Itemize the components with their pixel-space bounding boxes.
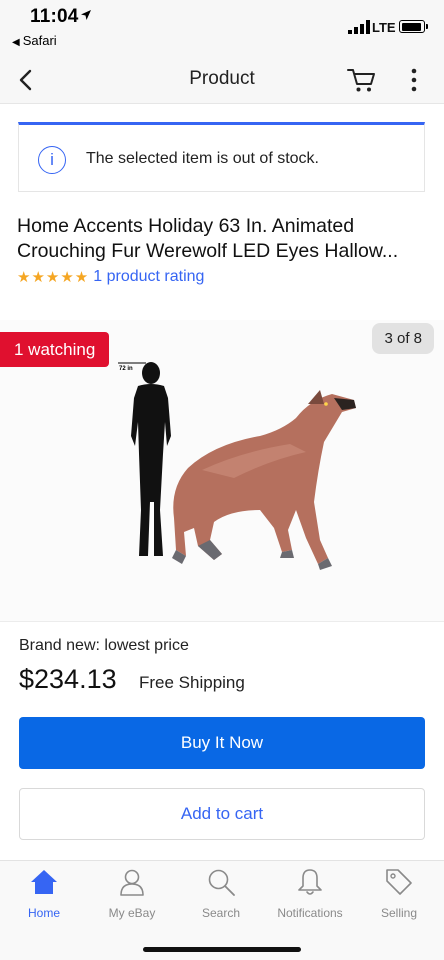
signal-icon	[348, 20, 370, 34]
add-to-cart-button[interactable]: Add to cart	[19, 788, 425, 840]
tab-label-home: Home	[27, 906, 60, 920]
tab-label-my-ebay: My eBay	[108, 906, 156, 920]
werewolf-figure	[172, 390, 356, 570]
search-icon	[208, 869, 235, 896]
height-marker-label: 72 in	[119, 366, 133, 372]
watching-badge: 1 watching	[0, 332, 110, 367]
status-time: 11:04	[30, 6, 79, 27]
tab-home[interactable]: Home	[0, 867, 88, 925]
tag-icon	[386, 869, 412, 895]
tab-label-selling: Selling	[380, 906, 418, 920]
rating-stars-icon: ★★★★★	[17, 269, 90, 286]
price: $234.13	[19, 664, 117, 694]
back-triangle-icon: ◀	[12, 37, 20, 48]
more-options-icon[interactable]	[410, 66, 418, 94]
tab-bar: Home My eBay Search Notifications Sellin…	[0, 860, 444, 960]
tab-search[interactable]: Search	[177, 867, 265, 925]
navigation-bar: Product	[0, 56, 444, 104]
location-arrow-icon	[81, 10, 91, 20]
product-image: 72 in	[118, 362, 356, 570]
condition-label: Brand new: lowest price	[19, 637, 189, 654]
alert-message: The selected item is out of stock.	[86, 150, 319, 167]
product-image-carousel[interactable]: 72 in 1 watching 3 of 8	[0, 320, 444, 622]
shipping-label: Free Shipping	[139, 673, 245, 692]
info-icon: i	[38, 146, 66, 174]
back-app-label: Safari	[22, 33, 57, 48]
tab-selling[interactable]: Selling	[355, 867, 443, 925]
home-icon	[31, 870, 57, 894]
image-counter: 3 of 8	[372, 323, 434, 354]
tab-my-ebay[interactable]: My eBay	[88, 867, 176, 925]
battery-icon	[399, 20, 428, 33]
tab-label-search: Search	[201, 906, 241, 920]
home-indicator[interactable]	[143, 947, 301, 952]
person-icon	[120, 869, 144, 896]
tab-label-notifications: Notifications	[277, 906, 343, 920]
bell-icon	[298, 869, 322, 895]
out-of-stock-alert: i The selected item is out of stock.	[18, 122, 425, 192]
rating-link[interactable]: 1 product rating	[93, 268, 204, 286]
network-type: LTE	[372, 20, 396, 35]
cart-icon[interactable]	[346, 64, 378, 96]
back-to-app-link[interactable]: ◀ Safari	[12, 33, 57, 48]
person-silhouette	[131, 362, 171, 556]
product-rating[interactable]: ★★★★★ 1 product rating	[17, 266, 204, 288]
tab-notifications[interactable]: Notifications	[266, 867, 354, 925]
buy-it-now-button[interactable]: Buy It Now	[19, 717, 425, 769]
product-title: Home Accents Holiday 63 In. Animated Cro…	[17, 215, 399, 262]
status-bar: 11:04 ◀ Safari LTE	[0, 0, 444, 56]
